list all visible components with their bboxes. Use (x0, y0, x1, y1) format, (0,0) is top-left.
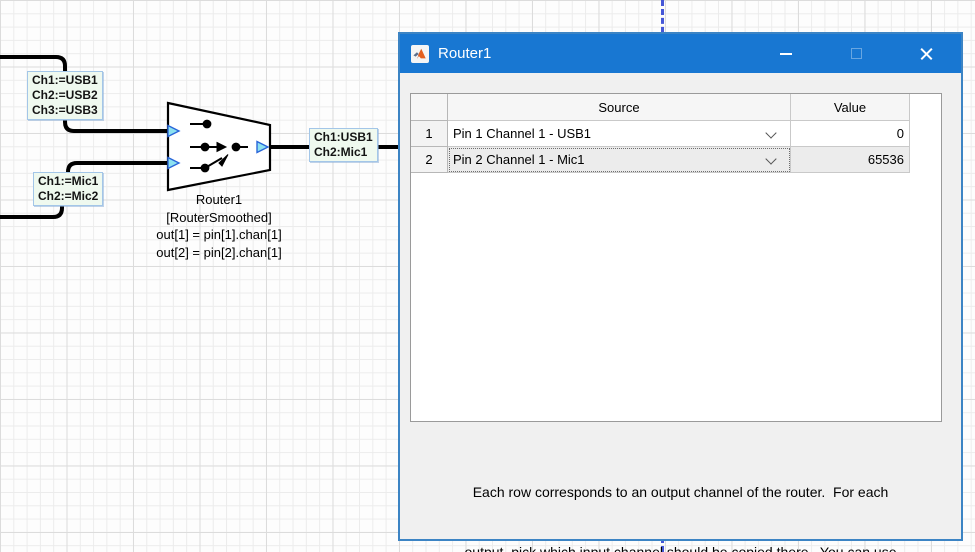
source-dropdown-value: Pin 1 Channel 1 - USB1 (453, 126, 591, 141)
label-line: Ch1:=USB1 (32, 73, 98, 88)
label-line: Ch2:Mic1 (314, 145, 373, 160)
block-type: [RouterSmoothed] (99, 209, 339, 227)
dialog-title: Router1 (438, 45, 491, 62)
source-dropdown[interactable]: Pin 2 Channel 1 - Mic1 (448, 147, 791, 173)
help-text-line: Each row corresponds to an output channe… (400, 482, 961, 502)
matlab-logo-icon[interactable] (411, 45, 429, 63)
label-line: Ch2:=Mic2 (38, 189, 98, 204)
schematic-canvas: Ch1:=USB1 Ch2:=USB2 Ch3:=USB3 Ch1:=Mic1 … (0, 0, 975, 552)
maximize-icon (821, 34, 891, 73)
output-channel-label[interactable]: Ch1:USB1 Ch2:Mic1 (309, 128, 378, 162)
router-block-caption: Router1 [RouterSmoothed] out[1] = pin[1]… (99, 191, 339, 261)
value-cell[interactable]: 65536 (791, 147, 910, 173)
close-icon[interactable] (891, 34, 961, 73)
channel-routing-table: Source Value 1 Pin 1 Channel 1 - USB1 0 … (410, 93, 942, 422)
help-text-line: output, pick which input channel should … (400, 542, 961, 552)
source-dropdown[interactable]: Pin 1 Channel 1 - USB1 (448, 121, 791, 147)
label-line: Ch1:USB1 (314, 130, 373, 145)
input-channel-label-usb[interactable]: Ch1:=USB1 Ch2:=USB2 Ch3:=USB3 (27, 71, 103, 120)
dialog-help-text: Each row corresponds to an output channe… (400, 442, 961, 552)
source-column-header: Source (448, 94, 791, 121)
row-filler (910, 121, 941, 147)
table-row: 2 Pin 2 Channel 1 - Mic1 65536 (411, 147, 941, 173)
label-line: Ch2:=USB2 (32, 88, 98, 103)
label-line: Ch1:=Mic1 (38, 174, 98, 189)
chevron-down-icon[interactable] (767, 155, 776, 164)
block-equation-1: out[1] = pin[1].chan[1] (99, 226, 339, 244)
row-number-cell[interactable]: 1 (411, 121, 448, 147)
minimize-icon[interactable] (751, 34, 821, 73)
router1-dialog: Router1 Source Value 1 Pin 1 Channel 1 -… (398, 32, 963, 541)
header-filler (910, 94, 941, 121)
dialog-titlebar[interactable]: Router1 (400, 34, 961, 73)
table-header-row: Source Value (411, 94, 941, 121)
row-filler (910, 147, 941, 173)
value-column-header: Value (791, 94, 910, 121)
table-row: 1 Pin 1 Channel 1 - USB1 0 (411, 121, 941, 147)
label-line: Ch3:=USB3 (32, 103, 98, 118)
row-number-cell[interactable]: 2 (411, 147, 448, 173)
input-channel-label-mic[interactable]: Ch1:=Mic1 Ch2:=Mic2 (33, 172, 103, 206)
block-name: Router1 (99, 191, 339, 209)
block-equation-2: out[2] = pin[2].chan[1] (99, 244, 339, 262)
chevron-down-icon[interactable] (767, 129, 776, 138)
value-cell[interactable]: 0 (791, 121, 910, 147)
corner-header-cell (411, 94, 448, 121)
source-dropdown-value: Pin 2 Channel 1 - Mic1 (453, 152, 585, 167)
